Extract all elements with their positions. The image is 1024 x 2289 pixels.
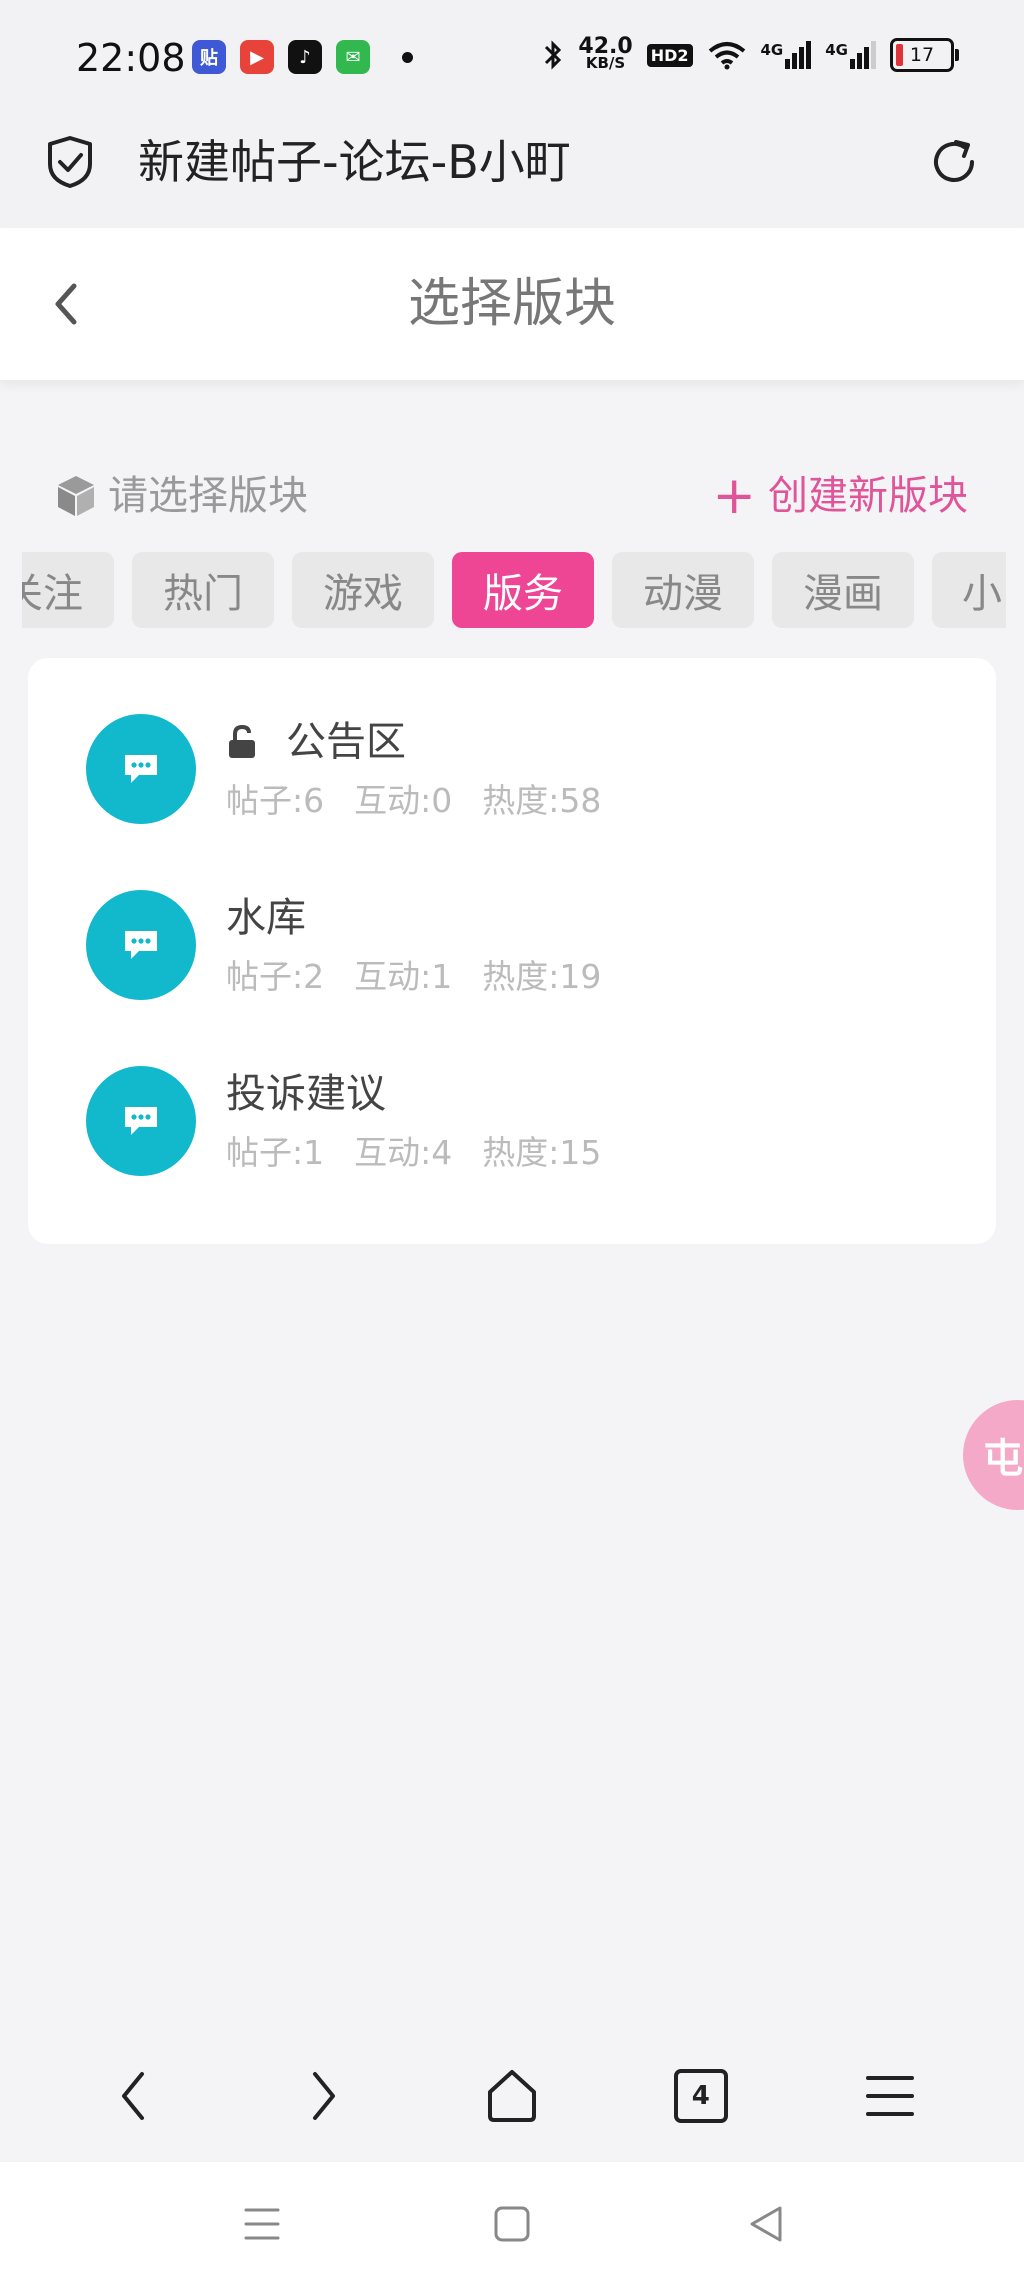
- heat-count: 热度:15: [482, 1133, 602, 1172]
- cube-icon: [58, 476, 94, 516]
- browser-address-bar: 新建帖子-论坛-B小町: [0, 120, 1024, 228]
- board-stats: 帖子:2 互动:1 热度:19: [226, 954, 601, 1000]
- wifi-icon: [708, 42, 745, 70]
- video-app-icon: ▶: [240, 40, 274, 74]
- board-avatar: [86, 714, 196, 824]
- heat-count: 热度:19: [482, 957, 602, 996]
- board-avatar: [86, 890, 196, 1000]
- post-count: 帖子:6: [226, 781, 325, 820]
- hd-voice-icon: HD2: [646, 43, 693, 67]
- home-square-icon[interactable]: [488, 2200, 536, 2248]
- network-speed: 42.0 KB/S: [578, 34, 633, 72]
- interaction-count: 互动:0: [354, 781, 453, 820]
- tabs-count-icon: 4: [673, 2069, 728, 2123]
- browser-menu-icon[interactable]: [854, 2060, 926, 2132]
- board-avatar: [86, 1066, 196, 1176]
- interaction-count: 互动:1: [354, 957, 453, 996]
- system-navigation-bar: [0, 2162, 1024, 2289]
- chat-bubble-icon: [125, 1107, 157, 1135]
- category-tabs-track: 关注 热门 游戏 版务 动漫 漫画 小: [22, 552, 1006, 628]
- refresh-icon[interactable]: [926, 134, 982, 190]
- category-tabs[interactable]: 关注 热门 游戏 版务 动漫 漫画 小: [22, 552, 1006, 630]
- board-item-announcements[interactable]: 公告区 帖子:6 互动:0 热度:58: [28, 658, 996, 834]
- browser-home-icon[interactable]: [476, 2060, 548, 2132]
- browser-toolbar: 4: [0, 2030, 1024, 2162]
- board-stats: 帖子:1 互动:4 热度:15: [226, 1130, 601, 1176]
- tab-anime[interactable]: 动漫: [612, 552, 754, 628]
- notification-icons: 贴 ▶ ♪ ✉: [192, 40, 413, 74]
- signal-1-icon: 4G: [761, 41, 812, 69]
- recent-apps-icon[interactable]: [238, 2200, 286, 2248]
- board-name-row: 公告区: [226, 714, 406, 770]
- status-indicators: 42.0 KB/S HD2 4G 4G 17: [542, 34, 959, 72]
- security-shield-icon[interactable]: [42, 134, 98, 190]
- chat-bubble-icon: [125, 931, 157, 959]
- create-board-button[interactable]: + 创建新版块: [712, 468, 968, 524]
- messages-app-icon: ✉: [336, 40, 370, 74]
- select-board-label: 请选择版块: [108, 473, 308, 519]
- tab-games[interactable]: 游戏: [292, 552, 434, 628]
- chat-bubble-icon: [125, 755, 157, 783]
- board-name: 水库: [226, 895, 306, 941]
- browser-tabs-button[interactable]: 4: [665, 2060, 737, 2132]
- back-triangle-icon[interactable]: [742, 2200, 790, 2248]
- browser-back-icon[interactable]: [98, 2060, 170, 2132]
- board-name: 投诉建议: [226, 1071, 386, 1117]
- heat-count: 热度:58: [482, 781, 602, 820]
- post-count: 帖子:1: [226, 1133, 325, 1172]
- board-name-row: 投诉建议: [226, 1066, 386, 1122]
- bluetooth-icon: [545, 40, 562, 70]
- tiktok-app-icon: ♪: [288, 40, 322, 74]
- section-row: 请选择版块 + 创建新版块: [0, 456, 1024, 536]
- battery-icon: 17: [890, 38, 959, 72]
- board-item-feedback[interactable]: 投诉建议 帖子:1 互动:4 热度:15: [28, 1010, 996, 1186]
- browser-page-title[interactable]: 新建帖子-论坛-B小町: [138, 134, 571, 190]
- page-title: 选择版块: [407, 274, 616, 334]
- tieba-app-icon: 贴: [192, 40, 226, 74]
- status-time: 22:08: [76, 36, 186, 80]
- floating-assistant-button[interactable]: 屯: [963, 1400, 1024, 1510]
- tab-hot[interactable]: 热门: [132, 552, 274, 628]
- board-list: 公告区 帖子:6 互动:0 热度:58 水库 帖子:2 互动:1 热度:19 投…: [28, 658, 996, 1244]
- tab-novel[interactable]: 小: [932, 552, 1006, 628]
- tab-manga[interactable]: 漫画: [772, 552, 914, 628]
- signal-2-icon: 4G: [825, 41, 876, 69]
- interaction-count: 互动:4: [354, 1133, 453, 1172]
- browser-forward-icon[interactable]: [287, 2060, 359, 2132]
- post-count: 帖子:2: [226, 957, 325, 996]
- board-stats: 帖子:6 互动:0 热度:58: [226, 778, 601, 824]
- page-header: 选择版块: [0, 228, 1024, 380]
- board-item-water[interactable]: 水库 帖子:2 互动:1 热度:19: [28, 834, 996, 1010]
- plus-icon: +: [712, 466, 756, 526]
- status-bar: 22:08 贴 ▶ ♪ ✉ 42.0 KB/S HD2 4G 4G 17: [0, 0, 1024, 120]
- tab-admin[interactable]: 版务: [452, 552, 594, 628]
- more-notifications-dot-icon: [402, 51, 413, 63]
- unlocked-icon: [229, 724, 255, 758]
- tab-follow[interactable]: 关注: [22, 552, 114, 628]
- board-name-row: 水库: [226, 890, 306, 946]
- board-name: 公告区: [286, 719, 406, 765]
